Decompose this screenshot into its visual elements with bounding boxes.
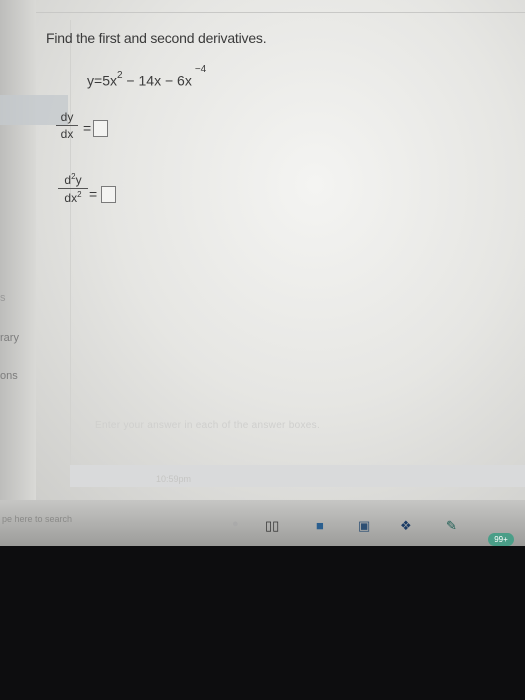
second-derivative-answer-box[interactable] bbox=[101, 186, 116, 203]
equation-terms: − 14x − 6x bbox=[122, 72, 192, 89]
second-derivative-denominator: dx2 bbox=[58, 189, 88, 205]
folder-icon[interactable]: ■ bbox=[316, 518, 324, 533]
dropbox-icon[interactable]: ❖ bbox=[400, 518, 412, 534]
first-derivative-label: dy dx bbox=[56, 110, 78, 141]
sidebar-item-options[interactable]: ons bbox=[0, 370, 18, 382]
question-instruction: Find the first and second derivatives. bbox=[46, 30, 267, 46]
panel-footer-band bbox=[70, 465, 525, 487]
answer-hint: Enter your answer in each of the answer … bbox=[95, 420, 321, 431]
equation-lhs: y bbox=[87, 72, 94, 89]
first-derivative-numerator: dy bbox=[56, 110, 78, 126]
first-derivative-denominator: dx bbox=[60, 127, 74, 141]
second-derivative-equals: = bbox=[89, 186, 98, 202]
equation-term1-exponent: 2 bbox=[116, 70, 123, 81]
dx-symbol: dx bbox=[64, 191, 78, 205]
second-derivative-numerator: d2y bbox=[58, 172, 88, 189]
notification-badge[interactable]: 99+ bbox=[488, 533, 514, 546]
equation-equals: = bbox=[94, 72, 103, 89]
task-view-icon[interactable]: ▯▯ bbox=[265, 518, 279, 534]
store-icon[interactable]: ▣ bbox=[358, 518, 370, 534]
taskbar-search-input[interactable]: pe here to search bbox=[2, 514, 72, 524]
first-derivative-answer-box[interactable] bbox=[93, 120, 108, 137]
first-derivative-equals: = bbox=[83, 120, 92, 136]
microphone-icon[interactable]: ● bbox=[232, 518, 239, 530]
given-equation: y=5x2 − 14x − 6x−4 bbox=[87, 64, 206, 89]
y-symbol: y bbox=[75, 173, 82, 187]
timestamp: 10:59pm bbox=[156, 474, 192, 484]
sidebar-item-library[interactable]: rary bbox=[0, 332, 19, 344]
equation-term1: 5x bbox=[102, 72, 117, 89]
top-divider bbox=[0, 12, 525, 13]
feather-icon[interactable]: ✎ bbox=[446, 518, 457, 534]
left-sidebar bbox=[0, 0, 36, 500]
equation-term3-exponent: −4 bbox=[194, 64, 207, 75]
sidebar-marker: s bbox=[0, 292, 6, 304]
second-derivative-label: d2y dx2 bbox=[58, 172, 88, 205]
denominator-exponent: 2 bbox=[77, 190, 82, 199]
monitor-screen: s rary ons Find the first and second der… bbox=[0, 0, 525, 528]
